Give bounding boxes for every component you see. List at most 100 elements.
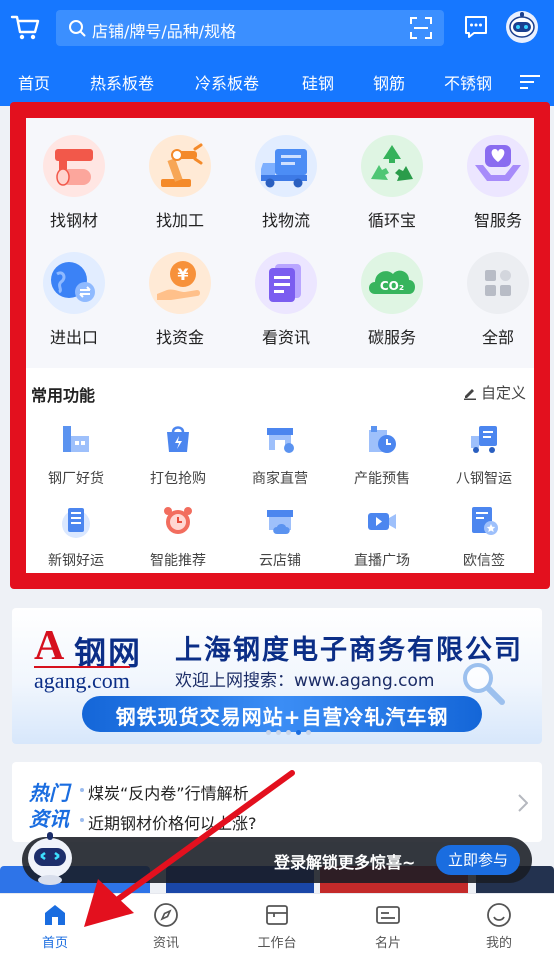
service-find-steel[interactable]: 找钢材	[29, 133, 119, 243]
function-label: 商家直营	[252, 471, 308, 487]
nav-news[interactable]: 资讯	[111, 894, 221, 955]
tab-home[interactable]: 首页	[18, 70, 50, 94]
function-merchant-direct[interactable]: 商家直营	[230, 422, 330, 498]
tab-silicon-steel[interactable]: 硅钢	[302, 70, 334, 94]
function-label: 智能推荐	[150, 553, 206, 569]
card-icon	[376, 906, 400, 924]
carousel-dot	[276, 730, 281, 735]
yuan-coin-icon: ¥	[149, 252, 211, 314]
function-label: 八钢智运	[456, 471, 512, 487]
service-find-logistics[interactable]: 找物流	[241, 133, 331, 243]
truck-icon	[255, 135, 317, 197]
hot-news[interactable]: 热门 资讯 煤炭“反内卷”行情解析 近期钢材价格何以上涨?	[12, 762, 542, 842]
shopping-bag-icon	[167, 426, 189, 452]
tab-hot-rolled[interactable]: 热系板卷	[90, 70, 154, 94]
recycle-icon	[361, 135, 423, 197]
banner-logo-domain: agang.com	[34, 666, 130, 693]
compass-icon	[154, 903, 178, 927]
banner-welcome: 欢迎上网搜索：www.agang.com	[175, 671, 435, 691]
function-live-square[interactable]: 直播广场	[332, 504, 432, 580]
nav-label: 名片	[374, 936, 401, 951]
carousel-indicator	[266, 730, 311, 735]
function-bagang-transport[interactable]: 八钢智运	[434, 422, 534, 498]
carousel-dot	[286, 730, 291, 735]
service-label: 找加工	[155, 211, 204, 230]
service-label: 全部	[481, 328, 514, 347]
workbench-icon	[266, 905, 288, 925]
common-functions: 常用功能 自定义 钢厂好货 打包抢购 商家直营 产能预售 八钢智运 新钢好运 智…	[26, 368, 534, 573]
tab-rebar[interactable]: 钢筋	[373, 70, 405, 94]
chevron-right-icon[interactable]	[518, 794, 528, 812]
co2-cloud-icon: CO₂	[361, 252, 423, 314]
hot-news-item[interactable]: 煤炭“反内卷”行情解析	[80, 780, 249, 804]
cart-icon[interactable]	[10, 14, 40, 42]
nav-business-card[interactable]: 名片	[333, 894, 443, 955]
nav-profile[interactable]: 我的	[444, 894, 554, 955]
scan-icon[interactable]	[410, 17, 432, 39]
service-smart-service[interactable]: 智服务	[453, 133, 543, 243]
grid-icon	[467, 252, 529, 314]
function-xingang-transport[interactable]: 新钢好运	[26, 504, 126, 580]
tab-cold-rolled[interactable]: 冷系板卷	[195, 70, 259, 94]
function-smart-recommend[interactable]: 智能推荐	[128, 504, 228, 580]
banner-slogan: 钢铁现货交易网站+自营冷轧汽车钢	[115, 705, 449, 729]
service-label: 智服务	[473, 211, 522, 230]
robot-mascot-icon	[28, 832, 72, 885]
service-find-funding[interactable]: ¥ 找资金	[135, 250, 225, 360]
function-capacity-presale[interactable]: 产能预售	[332, 422, 432, 498]
common-functions-title: 常用功能	[31, 386, 96, 405]
service-label: 找物流	[261, 211, 310, 230]
signature-badge-icon	[472, 507, 498, 535]
video-camera-icon	[368, 513, 396, 530]
service-all[interactable]: 全部	[453, 250, 543, 360]
function-label: 产能预售	[354, 471, 410, 487]
customize-button[interactable]: 自定义	[463, 382, 526, 403]
app-header: 店铺/牌号/品种/规格 首页 热系板卷 冷系板卷 硅钢 钢筋 不锈钢	[0, 0, 554, 106]
carousel-dot	[306, 730, 311, 735]
customize-label: 自定义	[480, 384, 526, 402]
function-mill-goods[interactable]: 钢厂好货	[26, 422, 126, 498]
function-label: 打包抢购	[150, 471, 206, 487]
function-label: 钢厂好货	[48, 471, 104, 487]
store-icon	[267, 428, 294, 453]
nav-workbench[interactable]: 工作台	[222, 894, 332, 955]
search-input[interactable]: 店铺/牌号/品种/规格	[56, 10, 444, 46]
service-find-processing[interactable]: 找加工	[135, 133, 225, 243]
robot-avatar-icon[interactable]	[505, 10, 539, 44]
steel-roll-icon	[43, 135, 105, 197]
factory-icon	[63, 426, 89, 452]
nav-label: 我的	[485, 936, 512, 951]
function-bundle-buy[interactable]: 打包抢购	[128, 422, 228, 498]
function-cloud-store[interactable]: 云店铺	[230, 504, 330, 580]
login-prompt-bar: 登录解锁更多惊喜~ 立即参与	[22, 837, 532, 883]
robot-arm-icon	[149, 135, 211, 197]
capacity-clock-icon	[369, 426, 396, 453]
hot-news-item[interactable]: 近期钢材价格何以上涨?	[80, 810, 257, 834]
alarm-clock-icon	[164, 507, 192, 534]
promo-banner[interactable]: A 钢网 agang.com 上海钢度电子商务有限公司 欢迎上网搜索：www.a…	[12, 608, 542, 744]
services-card: 找钢材 找加工 找物流 循环宝 智服务 进出口 ¥ 找资金 看资讯 CO₂ 碳服…	[26, 118, 534, 573]
message-icon[interactable]	[463, 14, 489, 40]
search-icon	[69, 20, 86, 37]
service-import-export[interactable]: 进出口	[29, 250, 119, 360]
function-label: 新钢好运	[48, 553, 104, 569]
join-now-button[interactable]: 立即参与	[436, 845, 520, 875]
cloud-store-icon	[267, 510, 293, 534]
service-carbon[interactable]: CO₂ 碳服务	[347, 250, 437, 360]
function-label: 直播广场	[354, 553, 410, 569]
nav-label: 资讯	[152, 936, 179, 951]
highlighted-services-region: 找钢材 找加工 找物流 循环宝 智服务 进出口 ¥ 找资金 看资讯 CO₂ 碳服…	[10, 102, 550, 589]
service-label: 循环宝	[367, 211, 416, 230]
bottom-nav: 首页 资讯 工作台 名片 我的	[0, 893, 554, 955]
function-ouxin-sign[interactable]: 欧信签	[434, 504, 534, 580]
tab-stainless[interactable]: 不锈钢	[444, 70, 492, 94]
banner-logo-letter: A	[34, 623, 65, 669]
document-icon	[255, 252, 317, 314]
nav-label: 首页	[41, 936, 68, 951]
service-recycle[interactable]: 循环宝	[347, 133, 437, 243]
smile-icon	[487, 903, 511, 927]
service-view-news[interactable]: 看资讯	[241, 250, 331, 360]
nav-home[interactable]: 首页	[0, 894, 110, 955]
carousel-dot	[266, 730, 271, 735]
tabs-menu-icon[interactable]	[520, 74, 540, 90]
